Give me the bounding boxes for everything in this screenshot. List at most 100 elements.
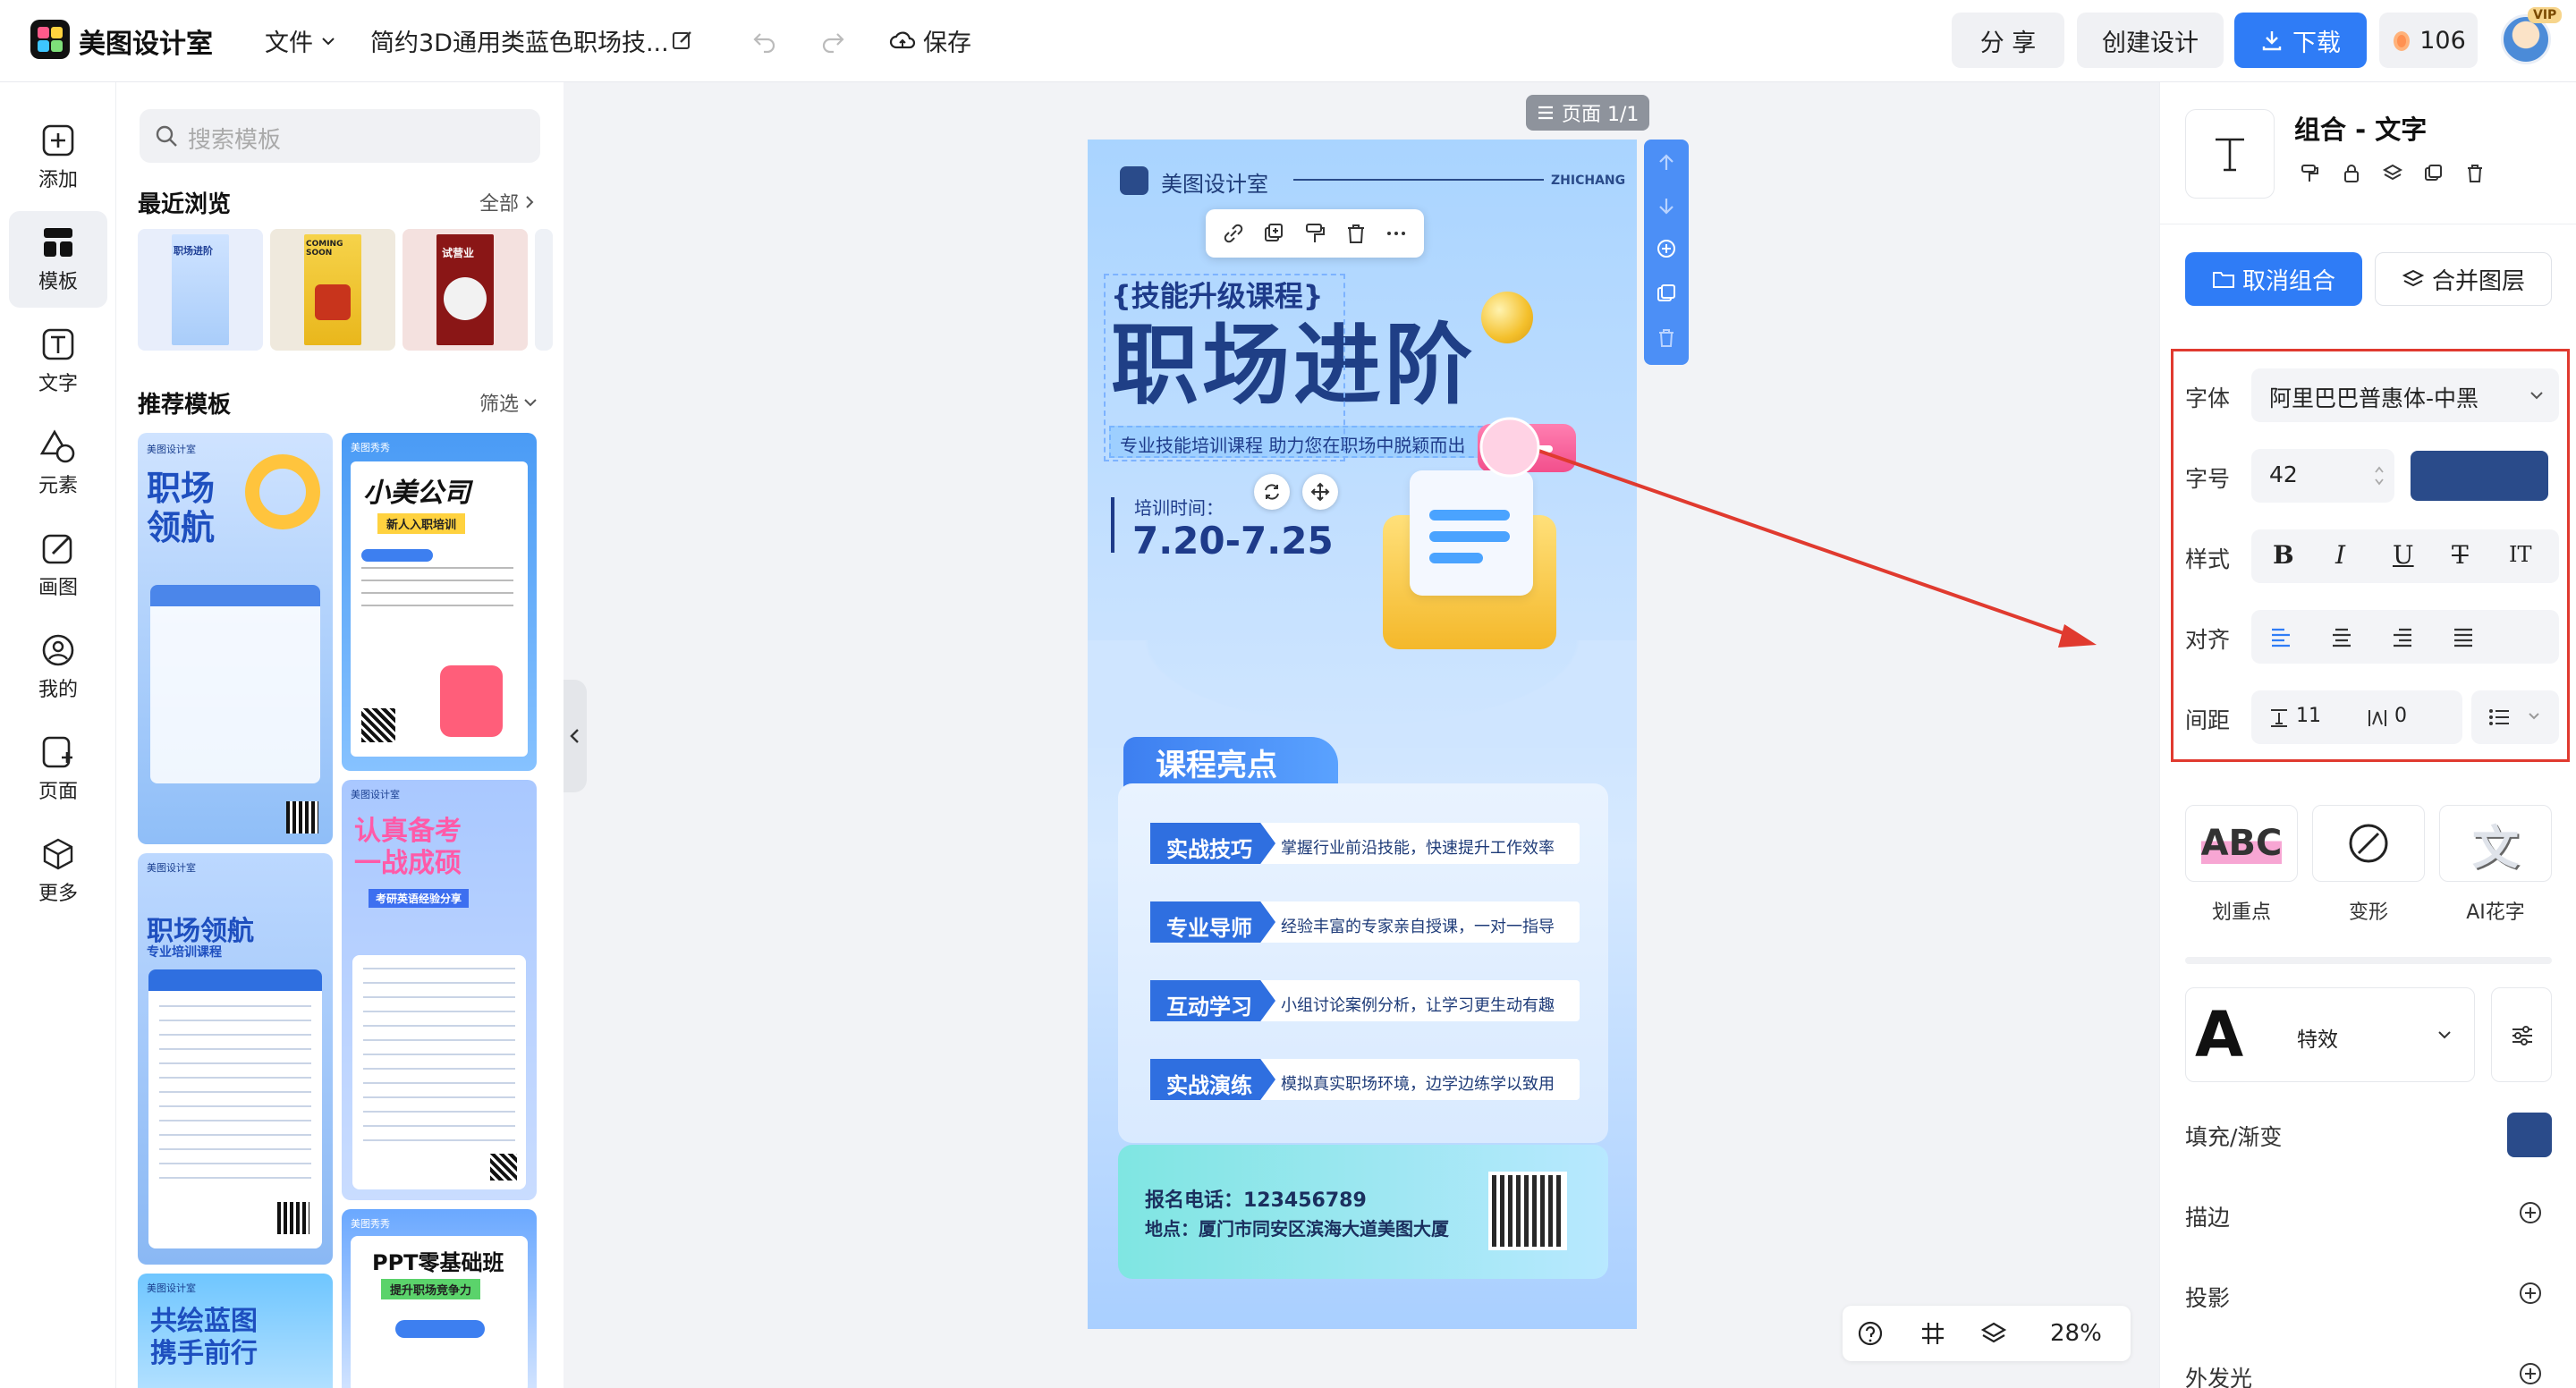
bold-icon[interactable]: B <box>2273 540 2294 570</box>
collapse-panel-button[interactable] <box>564 680 587 792</box>
layer-order-icon[interactable] <box>2382 163 2403 184</box>
filter-label: 筛选 <box>479 394 520 416</box>
help-icon[interactable] <box>1857 1320 1884 1347</box>
list-style-select[interactable] <box>2471 690 2559 744</box>
template-card[interactable]: 美图设计室 职场领航 专业培训课程 <box>138 853 333 1265</box>
redo-icon[interactable] <box>819 27 846 54</box>
rail-item-draw[interactable]: 画图 <box>9 517 107 614</box>
document-title[interactable]: 简约3D通用类蓝色职场技... <box>370 23 669 58</box>
highlight-effect-button[interactable]: ABC <box>2185 805 2298 882</box>
delete-page-icon[interactable] <box>1656 327 1677 349</box>
share-button[interactable]: 分 享 <box>1952 13 2064 68</box>
credits-button[interactable]: 106 <box>2379 13 2478 68</box>
line-height-value[interactable]: 11 <box>2296 705 2321 727</box>
template-search-input[interactable]: 搜索模板 <box>140 109 540 163</box>
warp-effect-button[interactable] <box>2312 805 2425 882</box>
create-design-button[interactable]: 创建设计 <box>2077 13 2224 68</box>
text-style-group: B I U T IT <box>2251 529 2559 583</box>
add-page-icon[interactable] <box>1656 238 1677 259</box>
strikethrough-icon[interactable]: T <box>2452 540 2469 570</box>
rail-item-elements[interactable]: 元素 <box>9 415 107 512</box>
app-brand: 美图设计室 <box>79 29 213 60</box>
poster-date-label: 培训时间： <box>1134 497 1224 519</box>
template-card[interactable]: 美图设计室 职场领航 <box>138 433 333 844</box>
highlight-label: 实战演练 <box>1166 1073 1252 1098</box>
rail-item-mine[interactable]: 我的 <box>9 619 107 715</box>
effect-select[interactable]: A 特效 <box>2185 987 2475 1082</box>
spacing-group: 11 0 <box>2251 690 2462 744</box>
template-card[interactable]: 美图秀秀 小美公司 新人入职培训 <box>342 433 537 771</box>
ai-text-effect-button[interactable]: 文 <box>2439 805 2552 882</box>
format-painter-icon[interactable] <box>1303 222 1326 245</box>
italic-icon[interactable]: I <box>2335 540 2345 570</box>
unlink-icon[interactable] <box>1222 222 1245 245</box>
add-shadow-icon[interactable] <box>2518 1281 2543 1306</box>
poster-page[interactable]: 美图设计室 ZHICHANG {技能升级课程} 职场进阶 专业技能培训课程 助力… <box>1088 140 1637 1329</box>
effect-settings-button[interactable] <box>2491 987 2552 1082</box>
rail-label: 添加 <box>38 169 78 191</box>
app-logo-icon[interactable] <box>30 20 70 59</box>
letter-spacing-value[interactable]: 0 <box>2394 705 2407 727</box>
font-size-input[interactable]: 42 <box>2251 449 2394 503</box>
trash-icon[interactable] <box>1344 222 1368 245</box>
filter-button[interactable]: 筛选 <box>479 388 538 417</box>
recent-thumb[interactable]: COMING SOON <box>270 229 395 351</box>
duplicate-icon[interactable] <box>2423 163 2445 184</box>
more-icon[interactable] <box>1385 222 1408 245</box>
copy-page-icon[interactable] <box>1656 283 1677 304</box>
properties-panel: 组合 - 文字 取消组合 合并图层 字体 阿里巴巴普惠体-中黑 字号 42 样式… <box>2159 82 2576 1388</box>
rail-item-page[interactable]: 页面 <box>9 721 107 817</box>
template-card[interactable]: 美图设计室 认真备考 一战成硕 考研英语经验分享 <box>342 780 537 1200</box>
underline-icon[interactable]: U <box>2393 540 2414 570</box>
effect-label: 变形 <box>2348 901 2388 924</box>
font-select[interactable]: 阿里巴巴普惠体-中黑 <box>2251 368 2559 422</box>
list-icon <box>2489 709 2509 725</box>
move-up-icon[interactable] <box>1656 152 1677 174</box>
move-handle[interactable] <box>1302 474 1338 510</box>
recent-thumb[interactable]: 职场进阶 <box>138 229 263 351</box>
align-center-icon[interactable] <box>2330 626 2353 647</box>
fill-color-swatch[interactable] <box>2507 1113 2552 1157</box>
rail-item-text[interactable]: 文字 <box>9 313 107 410</box>
poster-date: 7.20-7.25 <box>1132 519 1334 563</box>
format-painter-icon[interactable] <box>2300 163 2321 184</box>
layers-icon[interactable] <box>1980 1320 2007 1347</box>
lock-icon[interactable] <box>2341 163 2362 184</box>
rail-item-add[interactable]: 添加 <box>9 109 107 206</box>
rail-label: 模板 <box>38 271 78 293</box>
page-indicator[interactable]: 页面 1/1 <box>1526 95 1650 131</box>
text-color-swatch[interactable] <box>2411 451 2548 501</box>
rail-item-template[interactable]: 模板 <box>9 211 107 308</box>
ungroup-button[interactable]: 取消组合 <box>2185 252 2362 306</box>
align-right-icon[interactable] <box>2391 626 2414 647</box>
recent-thumb-partial[interactable] <box>535 229 553 351</box>
letter-spacing-icon[interactable] <box>2368 708 2387 728</box>
align-justify-icon[interactable] <box>2452 626 2475 647</box>
move-down-icon[interactable] <box>1656 195 1677 216</box>
zoom-level[interactable]: 28% <box>2050 1320 2102 1347</box>
align-left-icon[interactable] <box>2269 626 2292 647</box>
rotate-handle[interactable] <box>1254 474 1290 510</box>
edit-title-icon[interactable] <box>671 29 694 52</box>
rail-item-more[interactable]: 更多 <box>9 823 107 919</box>
add-stroke-icon[interactable] <box>2518 1200 2543 1225</box>
stepper-icon[interactable] <box>2373 461 2385 490</box>
recent-all-link[interactable]: 全部 <box>479 188 537 216</box>
folder-icon <box>2212 272 2234 288</box>
template-card[interactable]: 美图秀秀 PPT零基础班 提升职场竞争力 <box>342 1209 537 1388</box>
save-button[interactable]: 保存 <box>889 23 971 58</box>
vertical-text-icon[interactable]: IT <box>2509 542 2532 567</box>
template-card[interactable]: 美图设计室 共绘蓝图 携手前行 <box>138 1274 333 1388</box>
template-title: PPT零基础班 <box>372 1250 504 1275</box>
duplicate-icon[interactable] <box>1262 222 1285 245</box>
poster-brand: 美图设计室 <box>1161 172 1268 197</box>
add-glow-icon[interactable] <box>2518 1361 2543 1386</box>
download-button[interactable]: 下载 <box>2234 13 2367 68</box>
line-height-icon[interactable] <box>2269 708 2289 728</box>
grid-icon[interactable] <box>1919 1320 1946 1347</box>
merge-layers-button[interactable]: 合并图层 <box>2375 252 2552 306</box>
undo-icon[interactable] <box>751 27 778 54</box>
file-menu[interactable]: 文件 <box>265 23 336 58</box>
trash-icon[interactable] <box>2464 163 2486 184</box>
recent-thumb[interactable]: 试营业 <box>402 229 528 351</box>
